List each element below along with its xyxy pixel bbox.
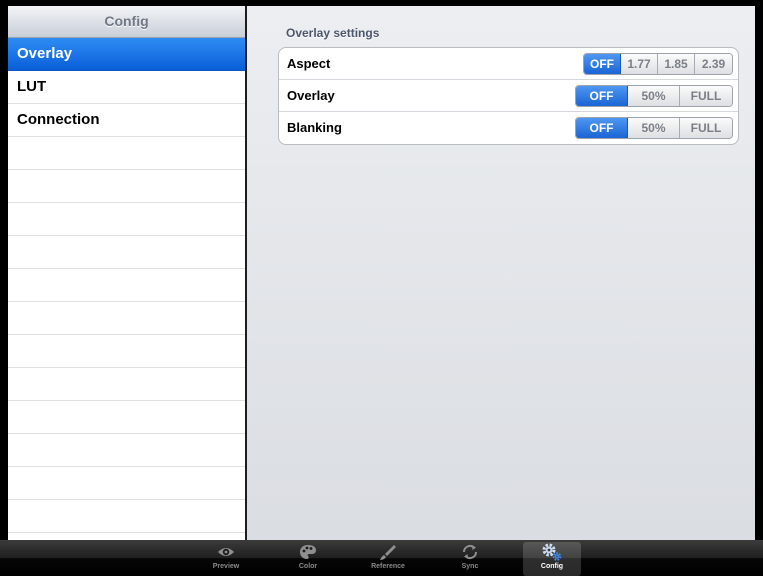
- blanking-segmented-control: OFF 50% FULL: [575, 117, 733, 139]
- tab-label-config: Config: [540, 563, 564, 570]
- empty-row: [8, 500, 245, 533]
- empty-row: [8, 170, 245, 203]
- blanking-option-50[interactable]: 50%: [628, 118, 680, 138]
- overlay-settings-group: Aspect OFF 1.77 1.85 2.39 Overlay OFF 50…: [278, 47, 739, 145]
- tab-label-color: Color: [298, 563, 318, 570]
- tab-reference[interactable]: Reference: [359, 542, 417, 576]
- section-header: Overlay settings: [286, 26, 380, 40]
- tab-bar: Preview Color Reference Sync Config: [0, 540, 763, 576]
- menu-item-overlay[interactable]: Overlay: [8, 38, 245, 71]
- empty-row: [8, 269, 245, 302]
- overlay-option-off[interactable]: OFF: [576, 86, 628, 106]
- brush-icon: [359, 542, 417, 562]
- gears-icon: [523, 542, 581, 562]
- tab-config[interactable]: Config: [523, 542, 581, 576]
- empty-row: [8, 203, 245, 236]
- tab-sync[interactable]: Sync: [441, 542, 499, 576]
- tab-preview[interactable]: Preview: [197, 542, 255, 576]
- tab-label-reference: Reference: [371, 563, 405, 570]
- overlay-option-full[interactable]: FULL: [680, 86, 732, 106]
- empty-row: [8, 434, 245, 467]
- menu-item-connection[interactable]: Connection: [8, 104, 245, 137]
- palette-icon: [279, 542, 337, 562]
- empty-row: [8, 401, 245, 434]
- empty-row: [8, 335, 245, 368]
- empty-row: [8, 467, 245, 500]
- aspect-option-1-85[interactable]: 1.85: [658, 54, 695, 74]
- tab-label-preview: Preview: [212, 563, 240, 570]
- setting-label-aspect: Aspect: [287, 56, 331, 71]
- blanking-option-off[interactable]: OFF: [576, 118, 628, 138]
- empty-row: [8, 368, 245, 401]
- setting-row-overlay: Overlay OFF 50% FULL: [279, 80, 738, 112]
- blanking-option-full[interactable]: FULL: [680, 118, 732, 138]
- setting-label-blanking: Blanking: [287, 120, 342, 135]
- detail-panel: Overlay settings Aspect OFF 1.77 1.85 2.…: [247, 6, 755, 540]
- master-panel: Config Overlay LUT Connection: [8, 6, 245, 540]
- empty-list-rows: [8, 137, 245, 533]
- eye-icon: [197, 542, 255, 562]
- overlay-option-50[interactable]: 50%: [628, 86, 680, 106]
- sync-icon: [441, 542, 499, 562]
- tab-color[interactable]: Color: [279, 542, 337, 576]
- aspect-option-2-39[interactable]: 2.39: [695, 54, 732, 74]
- config-menu-list: Overlay LUT Connection: [8, 38, 245, 137]
- overlay-segmented-control: OFF 50% FULL: [575, 85, 733, 107]
- empty-row: [8, 302, 245, 335]
- empty-row: [8, 236, 245, 269]
- master-nav-title: Config: [8, 6, 245, 38]
- aspect-segmented-control: OFF 1.77 1.85 2.39: [583, 53, 733, 75]
- aspect-option-off[interactable]: OFF: [584, 54, 621, 74]
- empty-row: [8, 137, 245, 170]
- tab-label-sync: Sync: [461, 563, 479, 570]
- aspect-option-1-77[interactable]: 1.77: [621, 54, 658, 74]
- menu-item-lut[interactable]: LUT: [8, 71, 245, 104]
- setting-row-aspect: Aspect OFF 1.77 1.85 2.39: [279, 48, 738, 80]
- setting-label-overlay: Overlay: [287, 88, 335, 103]
- setting-row-blanking: Blanking OFF 50% FULL: [279, 112, 738, 144]
